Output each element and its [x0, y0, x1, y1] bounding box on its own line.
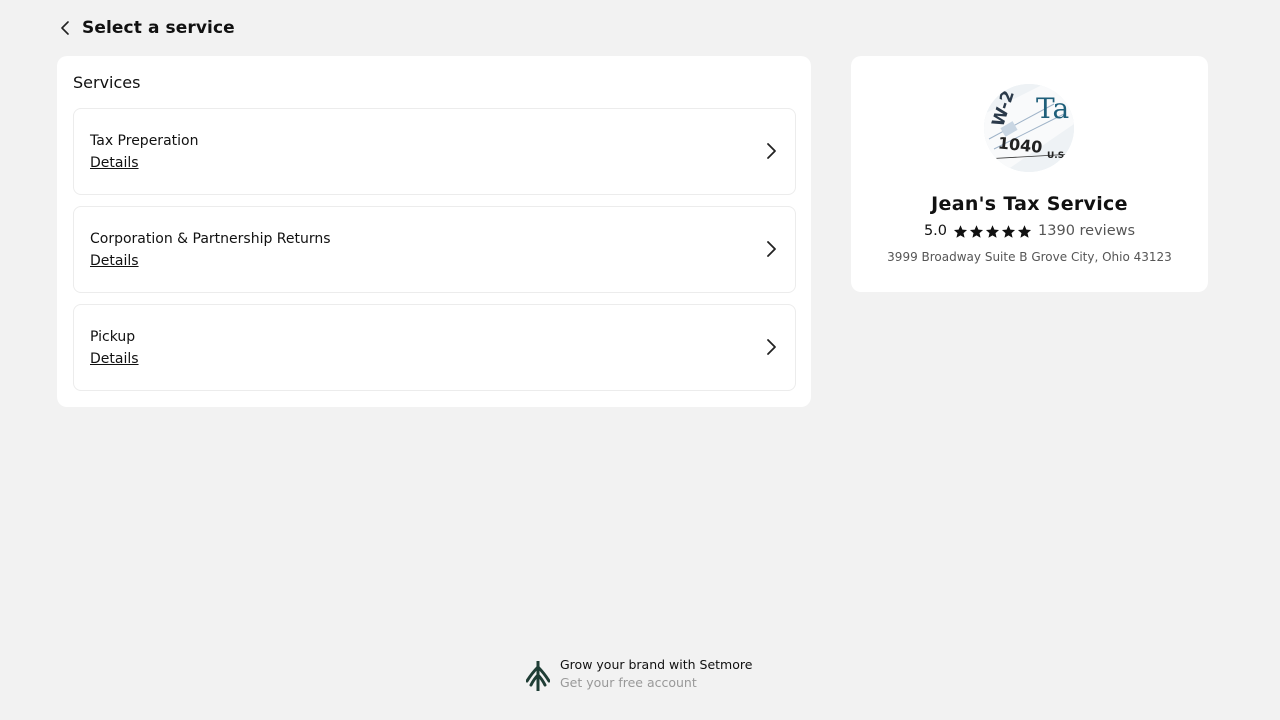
star-icon	[969, 224, 984, 238]
chevron-right-icon	[767, 143, 776, 159]
service-details-link[interactable]: Details	[90, 253, 139, 269]
business-card: W-2 Ta 1040 U.S Jean's Tax Service 5.0 1…	[851, 56, 1208, 292]
star-icon	[1001, 224, 1016, 238]
free-account-link[interactable]: Get your free account	[560, 675, 752, 690]
svg-text:Ta: Ta	[1036, 92, 1069, 125]
reviews-count[interactable]: 1390 reviews	[1038, 223, 1135, 239]
service-details-link[interactable]: Details	[90, 351, 139, 367]
back-button[interactable]	[58, 18, 72, 38]
rating-value: 5.0	[923, 223, 948, 239]
chevron-left-icon	[61, 21, 69, 35]
service-item-pickup[interactable]: Pickup Details	[73, 304, 796, 391]
business-name: Jean's Tax Service	[931, 193, 1128, 215]
services-title: Services	[73, 73, 141, 92]
star-icon	[985, 224, 1000, 238]
footer-text: Grow your brand with Setmore Get your fr…	[560, 657, 752, 690]
services-card: Services Tax Preperation Details Corpora…	[57, 56, 811, 407]
rating-row: 5.0 1390 reviews	[851, 223, 1208, 239]
page-title: Select a service	[82, 18, 235, 38]
chevron-right-icon	[767, 339, 776, 355]
page-header: Select a service	[58, 16, 235, 40]
service-details-link[interactable]: Details	[90, 155, 139, 171]
service-name: Corporation & Partnership Returns	[90, 231, 331, 247]
star-icon	[953, 224, 968, 238]
setmore-logo-icon	[526, 661, 550, 691]
service-item-corporation-partnership[interactable]: Corporation & Partnership Returns Detail…	[73, 206, 796, 293]
service-item-tax-preperation[interactable]: Tax Preperation Details	[73, 108, 796, 195]
star-icon	[1017, 224, 1032, 238]
business-address: 3999 Broadway Suite B Grove City, Ohio 4…	[887, 250, 1172, 264]
service-name: Tax Preperation	[90, 133, 199, 149]
tax-forms-image: W-2 Ta 1040 U.S	[984, 84, 1074, 172]
rating-stars	[953, 224, 1032, 239]
chevron-right-icon	[767, 241, 776, 257]
svg-text:U.S: U.S	[1047, 151, 1064, 161]
footer-tagline: Grow your brand with Setmore	[560, 657, 753, 672]
service-name: Pickup	[90, 329, 136, 345]
business-avatar: W-2 Ta 1040 U.S	[984, 84, 1074, 172]
footer-promo: Grow your brand with Setmore Get your fr…	[526, 657, 752, 691]
